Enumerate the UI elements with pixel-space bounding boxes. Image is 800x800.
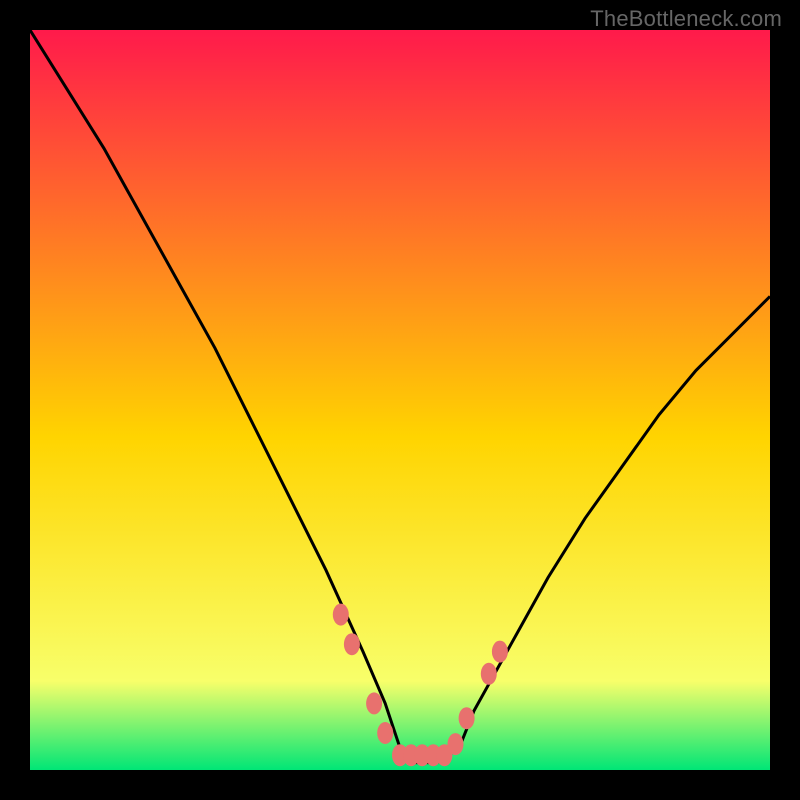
data-marker	[377, 722, 393, 744]
data-marker	[333, 604, 349, 626]
data-marker	[492, 641, 508, 663]
data-marker	[366, 692, 382, 714]
gradient-background	[30, 30, 770, 770]
data-marker	[481, 663, 497, 685]
data-marker	[459, 707, 475, 729]
watermark-text: TheBottleneck.com	[590, 6, 782, 32]
data-marker	[448, 733, 464, 755]
data-marker	[344, 633, 360, 655]
plot-area	[30, 30, 770, 770]
chart-svg	[30, 30, 770, 770]
chart-frame: TheBottleneck.com	[0, 0, 800, 800]
